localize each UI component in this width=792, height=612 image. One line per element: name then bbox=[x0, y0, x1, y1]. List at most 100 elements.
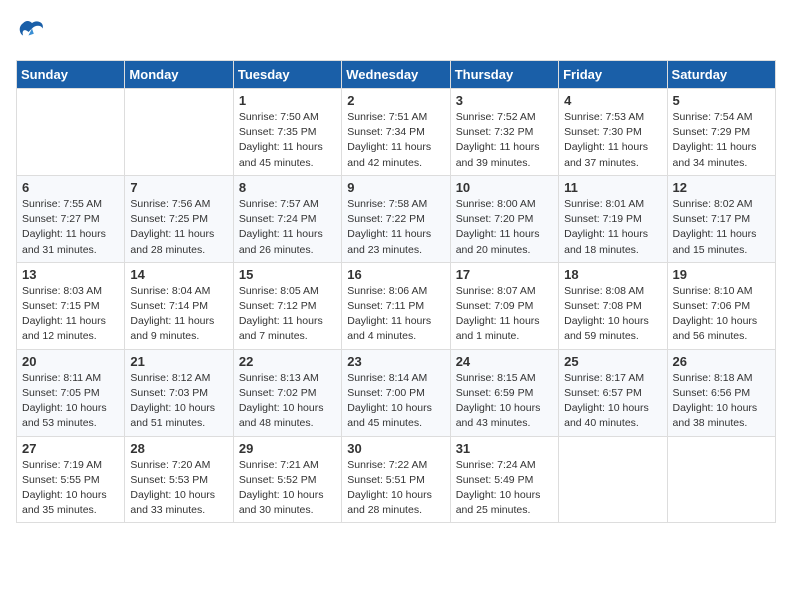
day-info: Sunrise: 7:56 AMSunset: 7:25 PMDaylight:… bbox=[130, 197, 227, 258]
day-info: Sunrise: 8:03 AMSunset: 7:15 PMDaylight:… bbox=[22, 284, 119, 345]
calendar-cell: 5 Sunrise: 7:54 AMSunset: 7:29 PMDaylight… bbox=[667, 89, 775, 176]
calendar-cell: 24 Sunrise: 8:15 AMSunset: 6:59 PMDayligh… bbox=[450, 349, 558, 436]
calendar-cell: 28 Sunrise: 7:20 AMSunset: 5:53 PMDayligh… bbox=[125, 436, 233, 523]
day-number: 7 bbox=[130, 180, 227, 195]
calendar-cell: 29 Sunrise: 7:21 AMSunset: 5:52 PMDayligh… bbox=[233, 436, 341, 523]
day-number: 5 bbox=[673, 93, 770, 108]
weekday-header-row: SundayMondayTuesdayWednesdayThursdayFrid… bbox=[17, 61, 776, 89]
day-info: Sunrise: 8:02 AMSunset: 7:17 PMDaylight:… bbox=[673, 197, 770, 258]
calendar-cell: 9Sunrise: 7:58 AMSunset: 7:22 PMDaylight… bbox=[342, 175, 450, 262]
day-number: 15 bbox=[239, 267, 336, 282]
calendar-cell: 31Sunrise: 7:24 AMSunset: 5:49 PMDayligh… bbox=[450, 436, 558, 523]
calendar-week-row: 27 Sunrise: 7:19 AMSunset: 5:55 PMDayligh… bbox=[17, 436, 776, 523]
day-number: 6 bbox=[22, 180, 119, 195]
day-info: Sunrise: 7:57 AMSunset: 7:24 PMDaylight:… bbox=[239, 197, 336, 258]
logo-bird-icon bbox=[16, 16, 48, 48]
day-info: Sunrise: 8:05 AMSunset: 7:12 PMDaylight:… bbox=[239, 284, 336, 345]
day-number: 1 bbox=[239, 93, 336, 108]
day-info: Sunrise: 8:07 AMSunset: 7:09 PMDaylight:… bbox=[456, 284, 553, 345]
calendar-cell bbox=[17, 89, 125, 176]
day-number: 18 bbox=[564, 267, 661, 282]
day-info: Sunrise: 8:17 AMSunset: 6:57 PMDaylight:… bbox=[564, 371, 661, 432]
day-info: Sunrise: 8:12 AMSunset: 7:03 PMDaylight:… bbox=[130, 371, 227, 432]
calendar-week-row: 20 Sunrise: 8:11 AMSunset: 7:05 PMDayligh… bbox=[17, 349, 776, 436]
day-number: 22 bbox=[239, 354, 336, 369]
day-number: 8 bbox=[239, 180, 336, 195]
day-number: 26 bbox=[673, 354, 770, 369]
day-info: Sunrise: 7:52 AMSunset: 7:32 PMDaylight:… bbox=[456, 110, 553, 171]
day-number: 16 bbox=[347, 267, 444, 282]
weekday-header-cell: Tuesday bbox=[233, 61, 341, 89]
day-info: Sunrise: 7:20 AMSunset: 5:53 PMDaylight:… bbox=[130, 458, 227, 519]
calendar-cell: 3 Sunrise: 7:52 AMSunset: 7:32 PMDaylight… bbox=[450, 89, 558, 176]
calendar-cell: 10Sunrise: 8:00 AMSunset: 7:20 PMDayligh… bbox=[450, 175, 558, 262]
day-info: Sunrise: 8:08 AMSunset: 7:08 PMDaylight:… bbox=[564, 284, 661, 345]
calendar-cell: 23 Sunrise: 8:14 AMSunset: 7:00 PMDayligh… bbox=[342, 349, 450, 436]
day-number: 4 bbox=[564, 93, 661, 108]
day-info: Sunrise: 7:50 AMSunset: 7:35 PMDaylight:… bbox=[239, 110, 336, 171]
calendar-table: SundayMondayTuesdayWednesdayThursdayFrid… bbox=[16, 60, 776, 523]
day-info: Sunrise: 8:04 AMSunset: 7:14 PMDaylight:… bbox=[130, 284, 227, 345]
day-number: 11 bbox=[564, 180, 661, 195]
day-info: Sunrise: 7:21 AMSunset: 5:52 PMDaylight:… bbox=[239, 458, 336, 519]
day-info: Sunrise: 7:58 AMSunset: 7:22 PMDaylight:… bbox=[347, 197, 444, 258]
calendar-week-row: 1 Sunrise: 7:50 AMSunset: 7:35 PMDaylight… bbox=[17, 89, 776, 176]
day-info: Sunrise: 7:19 AMSunset: 5:55 PMDaylight:… bbox=[22, 458, 119, 519]
day-info: Sunrise: 8:15 AMSunset: 6:59 PMDaylight:… bbox=[456, 371, 553, 432]
calendar-cell: 4Sunrise: 7:53 AMSunset: 7:30 PMDaylight… bbox=[559, 89, 667, 176]
day-number: 23 bbox=[347, 354, 444, 369]
day-info: Sunrise: 8:06 AMSunset: 7:11 PMDaylight:… bbox=[347, 284, 444, 345]
calendar-cell: 20 Sunrise: 8:11 AMSunset: 7:05 PMDayligh… bbox=[17, 349, 125, 436]
day-number: 29 bbox=[239, 441, 336, 456]
calendar-cell bbox=[125, 89, 233, 176]
calendar-cell bbox=[667, 436, 775, 523]
day-info: Sunrise: 8:18 AMSunset: 6:56 PMDaylight:… bbox=[673, 371, 770, 432]
day-info: Sunrise: 8:11 AMSunset: 7:05 PMDaylight:… bbox=[22, 371, 119, 432]
day-number: 21 bbox=[130, 354, 227, 369]
calendar-cell: 14 Sunrise: 8:04 AMSunset: 7:14 PMDayligh… bbox=[125, 262, 233, 349]
day-number: 20 bbox=[22, 354, 119, 369]
calendar-cell: 6 Sunrise: 7:55 AMSunset: 7:27 PMDaylight… bbox=[17, 175, 125, 262]
day-info: Sunrise: 7:54 AMSunset: 7:29 PMDaylight:… bbox=[673, 110, 770, 171]
day-info: Sunrise: 8:13 AMSunset: 7:02 PMDaylight:… bbox=[239, 371, 336, 432]
weekday-header-cell: Sunday bbox=[17, 61, 125, 89]
calendar-cell: 25 Sunrise: 8:17 AMSunset: 6:57 PMDayligh… bbox=[559, 349, 667, 436]
calendar-cell: 2 Sunrise: 7:51 AMSunset: 7:34 PMDaylight… bbox=[342, 89, 450, 176]
day-number: 25 bbox=[564, 354, 661, 369]
day-number: 27 bbox=[22, 441, 119, 456]
day-info: Sunrise: 7:51 AMSunset: 7:34 PMDaylight:… bbox=[347, 110, 444, 171]
calendar-week-row: 6 Sunrise: 7:55 AMSunset: 7:27 PMDaylight… bbox=[17, 175, 776, 262]
day-info: Sunrise: 8:14 AMSunset: 7:00 PMDaylight:… bbox=[347, 371, 444, 432]
calendar-cell: 27 Sunrise: 7:19 AMSunset: 5:55 PMDayligh… bbox=[17, 436, 125, 523]
day-number: 28 bbox=[130, 441, 227, 456]
logo bbox=[16, 16, 52, 48]
calendar-week-row: 13Sunrise: 8:03 AMSunset: 7:15 PMDayligh… bbox=[17, 262, 776, 349]
day-number: 14 bbox=[130, 267, 227, 282]
calendar-cell: 8 Sunrise: 7:57 AMSunset: 7:24 PMDaylight… bbox=[233, 175, 341, 262]
weekday-header-cell: Wednesday bbox=[342, 61, 450, 89]
calendar-cell: 1 Sunrise: 7:50 AMSunset: 7:35 PMDaylight… bbox=[233, 89, 341, 176]
calendar-cell: 15 Sunrise: 8:05 AMSunset: 7:12 PMDayligh… bbox=[233, 262, 341, 349]
day-info: Sunrise: 8:01 AMSunset: 7:19 PMDaylight:… bbox=[564, 197, 661, 258]
day-number: 2 bbox=[347, 93, 444, 108]
calendar-cell: 11 Sunrise: 8:01 AMSunset: 7:19 PMDayligh… bbox=[559, 175, 667, 262]
weekday-header-cell: Monday bbox=[125, 61, 233, 89]
calendar-cell: 22 Sunrise: 8:13 AMSunset: 7:02 PMDayligh… bbox=[233, 349, 341, 436]
day-number: 30 bbox=[347, 441, 444, 456]
day-number: 31 bbox=[456, 441, 553, 456]
day-number: 24 bbox=[456, 354, 553, 369]
calendar-cell: 13Sunrise: 8:03 AMSunset: 7:15 PMDayligh… bbox=[17, 262, 125, 349]
day-info: Sunrise: 8:10 AMSunset: 7:06 PMDaylight:… bbox=[673, 284, 770, 345]
day-number: 10 bbox=[456, 180, 553, 195]
weekday-header-cell: Thursday bbox=[450, 61, 558, 89]
weekday-header-cell: Saturday bbox=[667, 61, 775, 89]
calendar-cell: 19Sunrise: 8:10 AMSunset: 7:06 PMDayligh… bbox=[667, 262, 775, 349]
day-number: 3 bbox=[456, 93, 553, 108]
day-info: Sunrise: 7:55 AMSunset: 7:27 PMDaylight:… bbox=[22, 197, 119, 258]
calendar-cell: 18 Sunrise: 8:08 AMSunset: 7:08 PMDayligh… bbox=[559, 262, 667, 349]
page-header bbox=[16, 16, 776, 48]
calendar-cell: 26 Sunrise: 8:18 AMSunset: 6:56 PMDayligh… bbox=[667, 349, 775, 436]
day-number: 12 bbox=[673, 180, 770, 195]
calendar-body: 1 Sunrise: 7:50 AMSunset: 7:35 PMDaylight… bbox=[17, 89, 776, 523]
calendar-cell: 30Sunrise: 7:22 AMSunset: 5:51 PMDayligh… bbox=[342, 436, 450, 523]
